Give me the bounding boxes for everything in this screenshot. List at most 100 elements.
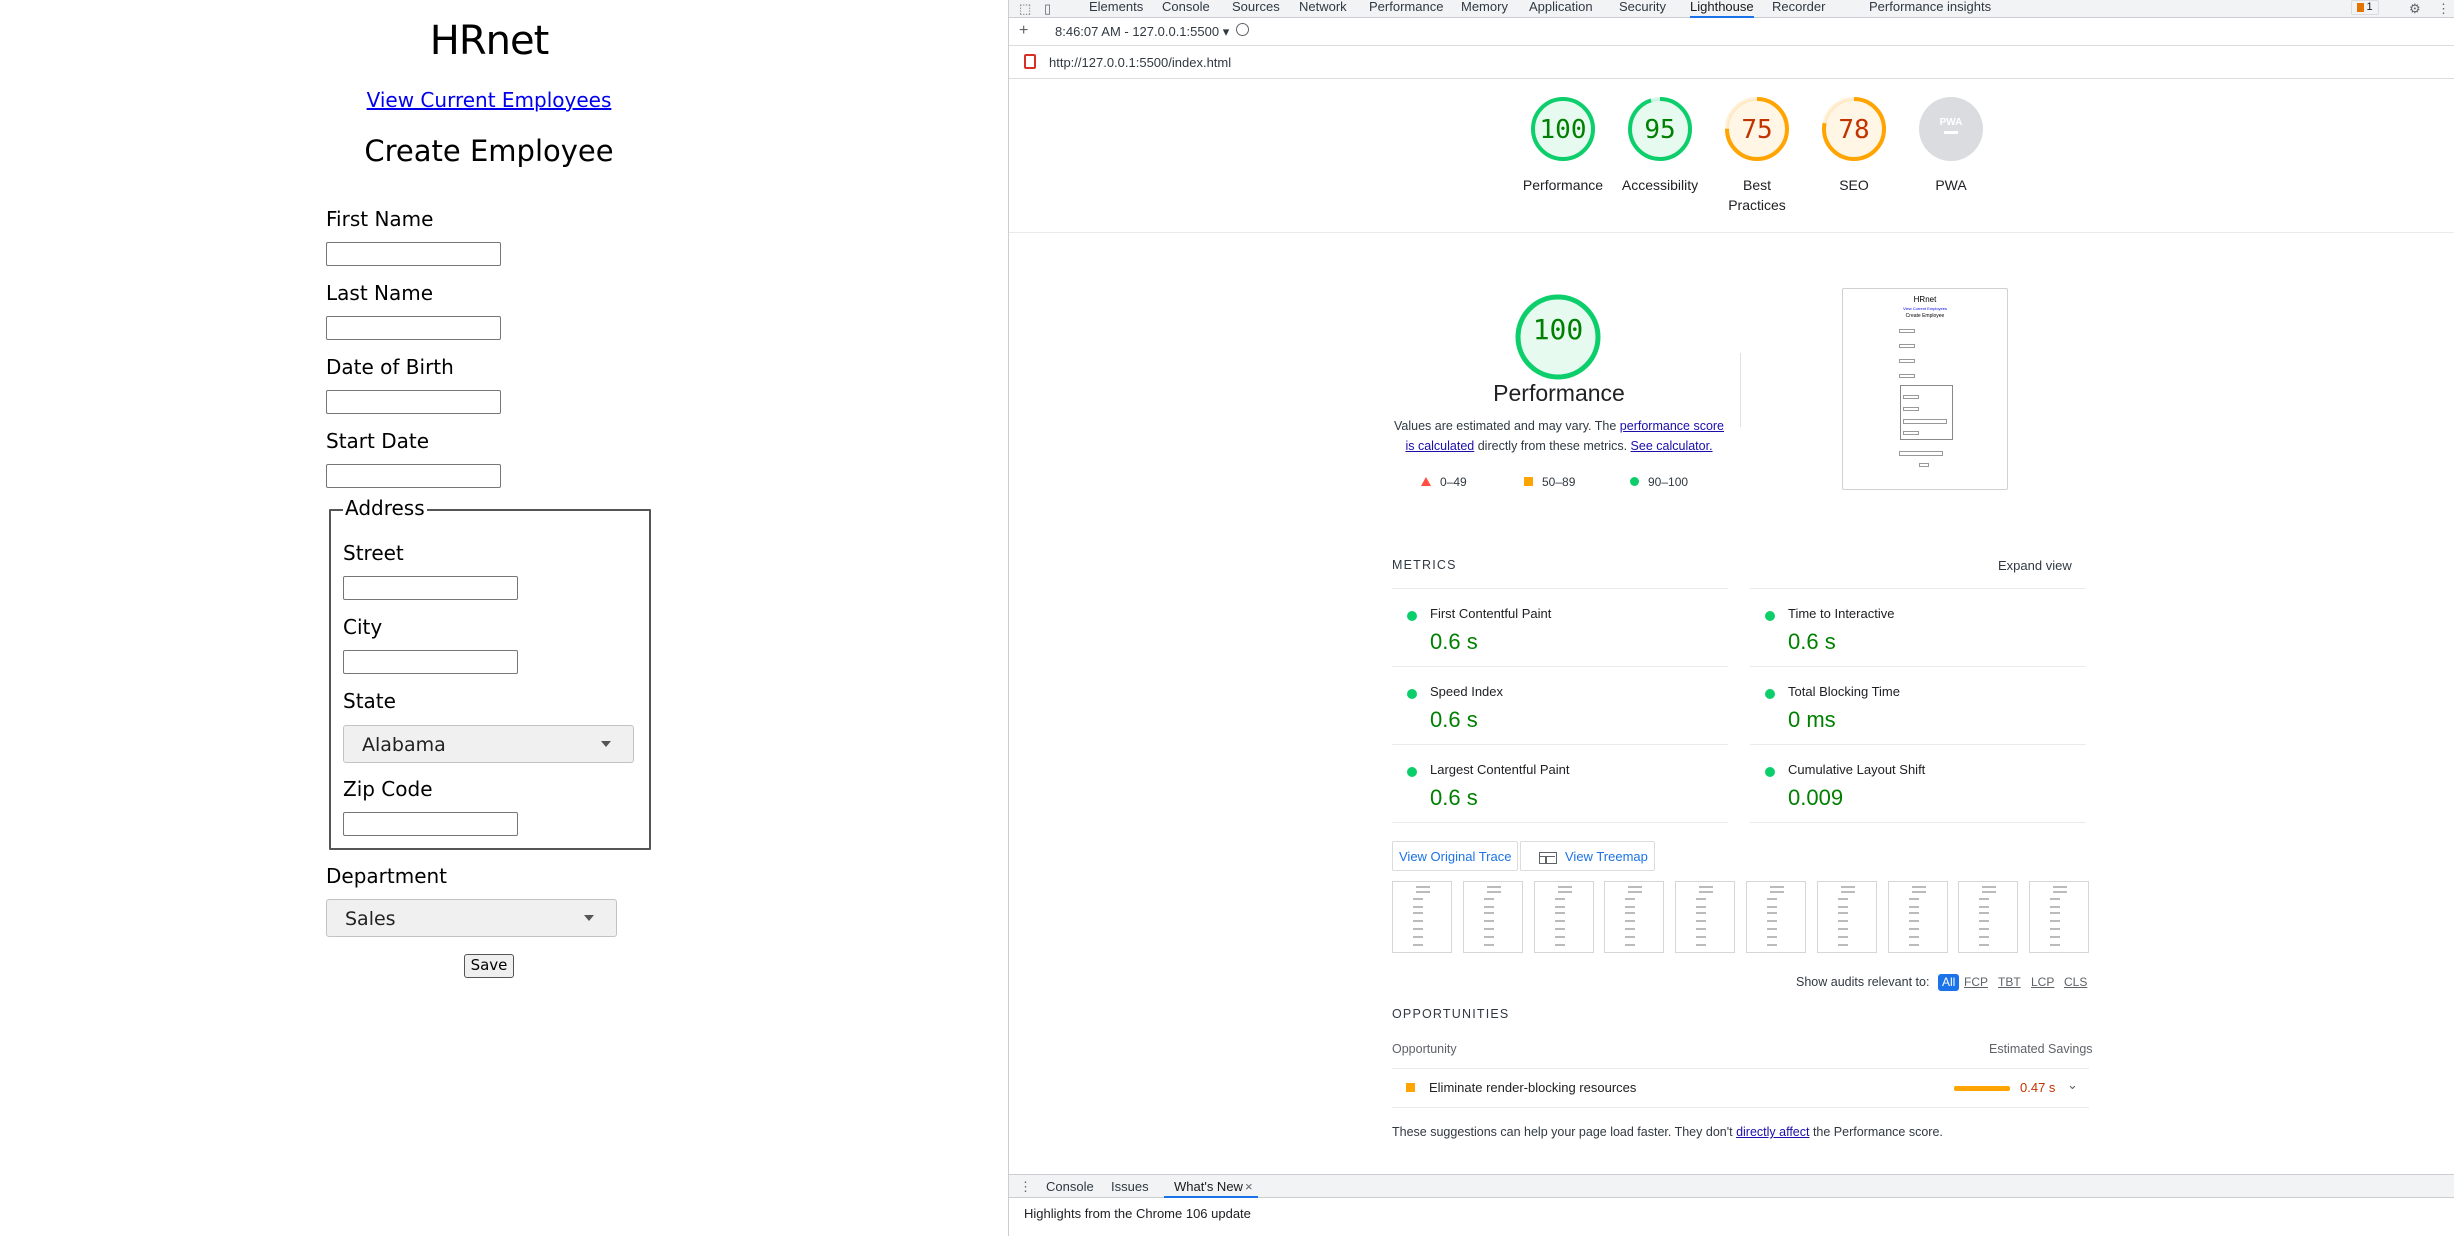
url-bar: http://127.0.0.1:5500/index.html [1009, 46, 2454, 79]
opportunity-row[interactable]: Eliminate render-blocking resources 0.47… [1392, 1068, 2089, 1108]
issues-badge[interactable]: 1 [2351, 0, 2379, 15]
tab-network[interactable]: Network [1299, 0, 1347, 18]
filmstrip-frame [1533, 881, 1594, 953]
hrnet-page: HRnet View Current Employees Create Empl… [0, 0, 1008, 1236]
tab-performance[interactable]: Performance [1369, 0, 1443, 18]
triangle-icon [1421, 477, 1431, 486]
plus-icon[interactable]: + [1019, 22, 1028, 40]
first-name-input[interactable] [326, 242, 501, 266]
report-url: http://127.0.0.1:5500/index.html [1049, 55, 1232, 70]
gear-icon[interactable]: ⚙ [2409, 1, 2421, 17]
metric-tti: Time to Interactive 0.6 s [1750, 588, 2086, 666]
filmstrip-frame [1887, 881, 1948, 953]
filter-all[interactable]: All [1938, 974, 1960, 991]
device-toolbar-icon[interactable]: ▯ [1044, 1, 1051, 17]
start-date-label: Start Date [326, 429, 430, 453]
filter-fcp[interactable]: FCP [1964, 975, 1988, 989]
drawer-tab-whats-new[interactable]: What's New [1174, 1179, 1243, 1194]
department-select[interactable]: Sales [326, 899, 617, 937]
last-name-label: Last Name [326, 281, 434, 305]
view-original-trace-button[interactable]: View Original Trace [1392, 841, 1519, 871]
metrics-heading: METRICS [1392, 558, 1457, 572]
gauge-label: Best Practices [1728, 177, 1786, 213]
pass-icon [1407, 767, 1417, 777]
legend-pass: 90–100 [1630, 475, 1688, 489]
filmstrip-frame [1958, 881, 2019, 953]
legend-average: 50–89 [1524, 475, 1575, 489]
inspect-icon[interactable]: ⬚ [1019, 1, 1031, 17]
opportunity-column-header: Opportunity [1392, 1042, 1457, 1056]
department-label: Department [326, 864, 448, 888]
filmstrip-frame [1675, 881, 1736, 953]
issue-icon [2357, 2, 2365, 12]
chevron-down-icon [584, 915, 594, 921]
tab-recorder[interactable]: Recorder [1772, 0, 1825, 18]
filmstrip-frame [1816, 881, 1877, 953]
city-label: City [343, 615, 383, 639]
pwa-dash [1944, 131, 1958, 134]
tab-memory[interactable]: Memory [1461, 0, 1508, 18]
save-button[interactable]: Save [464, 954, 514, 978]
metric-cls: Cumulative Layout Shift 0.009 [1750, 744, 2086, 822]
divider [1009, 232, 2454, 233]
start-date-input[interactable] [326, 464, 501, 488]
dob-input[interactable] [326, 390, 501, 414]
report-selector[interactable]: 8:46:07 AM - 127.0.0.1:5500 ▾ [1055, 24, 1229, 40]
filter-cls[interactable]: CLS [2064, 975, 2087, 989]
devtools-panel: ⬚ ▯ Elements Console Sources Network Per… [1008, 0, 2454, 1236]
drawer-tab-console[interactable]: Console [1046, 1179, 1094, 1194]
tab-elements[interactable]: Elements [1089, 0, 1143, 18]
pass-icon [1765, 689, 1775, 699]
whats-new-text: Highlights from the Chrome 106 update [1024, 1206, 1251, 1221]
close-icon[interactable]: × [1245, 1179, 1253, 1194]
filter-lcp[interactable]: LCP [2031, 975, 2054, 989]
see-calculator-link[interactable]: See calculator. [1631, 439, 1713, 453]
gauge-pwa[interactable]: PWA PWA [1891, 95, 2011, 195]
drawer-menu-icon[interactable]: ⋮ [1019, 1179, 1032, 1195]
expand-view-toggle[interactable]: Expand view [1998, 558, 2072, 573]
filter-tbt[interactable]: TBT [1998, 975, 2021, 989]
metric-fcp: First Contentful Paint 0.6 s [1392, 588, 1728, 666]
square-icon [1524, 477, 1533, 486]
savings-bar [1954, 1086, 2010, 1091]
chevron-down-icon [601, 741, 611, 747]
view-treemap-button[interactable]: View Treemap [1520, 841, 1655, 871]
pass-icon [1407, 689, 1417, 699]
gauge-ring: PWA [1919, 97, 1983, 161]
state-select[interactable]: Alabama [343, 725, 634, 763]
address-legend: Address [343, 496, 427, 520]
pwa-badge-text: PWA [1940, 117, 1963, 128]
city-input[interactable] [343, 650, 518, 674]
performance-title: Performance [1493, 380, 1625, 406]
tab-security[interactable]: Security [1619, 0, 1666, 18]
lighthouse-logo-icon [1024, 54, 1036, 69]
lighthouse-toolbar: + 8:46:07 AM - 127.0.0.1:5500 ▾ [1009, 19, 2454, 46]
view-employees-link[interactable]: View Current Employees [367, 88, 612, 112]
page-title: HRnet [429, 18, 550, 64]
metric-lcp: Largest Contentful Paint 0.6 s [1392, 744, 1728, 822]
tab-sources[interactable]: Sources [1232, 0, 1280, 18]
average-icon [1406, 1083, 1415, 1092]
divider [1740, 353, 1741, 427]
tab-application[interactable]: Application [1529, 0, 1593, 18]
tab-lighthouse[interactable]: Lighthouse [1690, 0, 1754, 18]
department-value: Sales [345, 908, 396, 930]
drawer-tabbar: ⋮ Console Issues What's New × [1009, 1174, 2454, 1198]
chevron-down-icon[interactable]: ⌄ [2067, 1077, 2078, 1093]
directly-affect-link[interactable]: directly affect [1736, 1125, 1809, 1139]
tab-performance-insights[interactable]: Performance insights [1869, 0, 1991, 18]
final-screenshot-thumbnail[interactable]: HRnet View Current Employees Create Empl… [1842, 288, 2008, 490]
form-title: Create Employee [364, 134, 614, 168]
filmstrip-frame [2029, 881, 2090, 953]
devtools-tabbar: ⬚ ▯ Elements Console Sources Network Per… [1009, 0, 2454, 18]
metric-speed-index: Speed Index 0.6 s [1392, 666, 1728, 744]
street-input[interactable] [343, 576, 518, 600]
drawer-tab-issues[interactable]: Issues [1111, 1179, 1149, 1194]
zip-input[interactable] [343, 812, 518, 836]
more-options-icon[interactable]: ⋮ [2437, 1, 2450, 17]
filmstrip-frame [1392, 881, 1452, 953]
clear-icon[interactable] [1236, 23, 1249, 36]
tab-console[interactable]: Console [1162, 0, 1210, 18]
last-name-input[interactable] [326, 316, 501, 340]
state-label: State [343, 689, 396, 713]
